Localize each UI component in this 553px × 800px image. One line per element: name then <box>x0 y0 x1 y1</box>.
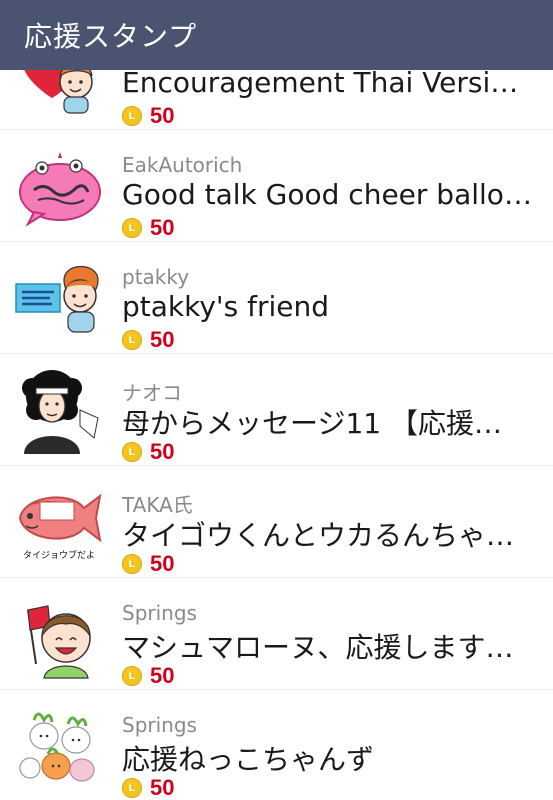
price-value: 50 <box>150 551 175 576</box>
item-price: L 50 <box>122 663 174 689</box>
item-title: マシュマローヌ、応援します… <box>122 631 514 664</box>
sticker-girl-sign-thumbnail <box>15 266 99 333</box>
sticker-radish-friends-thumbnail <box>19 712 95 782</box>
item-price: L 50 <box>122 439 174 465</box>
svg-text:タイジョウブだよ: タイジョウブだよ <box>23 549 95 561</box>
item-price: L 50 <box>122 775 174 800</box>
item-author: ptakky <box>122 265 190 289</box>
list-item[interactable]: ptakky ptakky's friend L 50 <box>0 242 553 354</box>
price-value: 50 <box>150 439 175 464</box>
line-coin-icon: L <box>122 330 142 350</box>
item-title: タイゴウくんとウカるんちゃ… <box>122 519 515 552</box>
list-item[interactable]: ナオコ 母からメッセージ11 【応援… L 50 <box>0 354 553 466</box>
item-title: 母からメッセージ11 【応援… <box>122 407 502 440</box>
sticker-list: Encouragement Thai Version2 L 50 EakAuto… <box>0 18 553 800</box>
price-value: 50 <box>150 327 175 352</box>
line-coin-icon: L <box>122 218 142 238</box>
price-value: 50 <box>150 775 175 800</box>
line-coin-icon: L <box>122 666 142 686</box>
list-item[interactable]: EakAutorich Good talk Good cheer balloon… <box>0 130 553 242</box>
item-title: Encouragement Thai Version2 <box>122 66 532 99</box>
item-title: ptakky's friend <box>122 290 329 323</box>
line-coin-icon: L <box>122 106 142 126</box>
price-value: 50 <box>150 103 175 128</box>
page-title: 応援スタンプ <box>24 20 198 53</box>
item-title: Good talk Good cheer balloon <box>122 178 532 211</box>
item-author: EakAutorich <box>122 153 243 177</box>
item-author: Springs <box>122 713 197 737</box>
line-coin-icon: L <box>122 778 142 798</box>
sticker-pink-balloon-thumbnail <box>19 152 101 227</box>
list-item[interactable]: タイジョウブだよ TAKA氏 タイゴウくんとウカるんちゃ… L 50 <box>0 466 553 578</box>
line-coin-icon: L <box>122 442 142 462</box>
item-price: L 50 <box>122 327 174 353</box>
price-value: 50 <box>150 215 175 240</box>
sticker-mother-thumbnail <box>22 370 99 454</box>
list-item[interactable]: Springs 応援ねっこちゃんず L 50 <box>0 690 553 800</box>
price-value: 50 <box>150 663 175 688</box>
app-header: 応援スタンプ <box>0 0 553 70</box>
sticker-taiyaki-thumbnail: タイジョウブだよ <box>18 493 102 561</box>
item-price: L 50 <box>122 103 174 129</box>
item-price: L 50 <box>122 215 174 241</box>
item-author: Springs <box>122 601 197 625</box>
line-coin-icon: L <box>122 554 142 574</box>
app-screen: 応援スタンプ Encouragement Thai Version2 L 50 <box>0 0 553 800</box>
list-item[interactable]: Springs マシュマローヌ、応援します… L 50 <box>0 578 553 690</box>
item-title: 応援ねっこちゃんず <box>122 743 375 776</box>
item-price: L 50 <box>122 551 174 577</box>
sticker-kid-flag-thumbnail <box>27 605 91 679</box>
